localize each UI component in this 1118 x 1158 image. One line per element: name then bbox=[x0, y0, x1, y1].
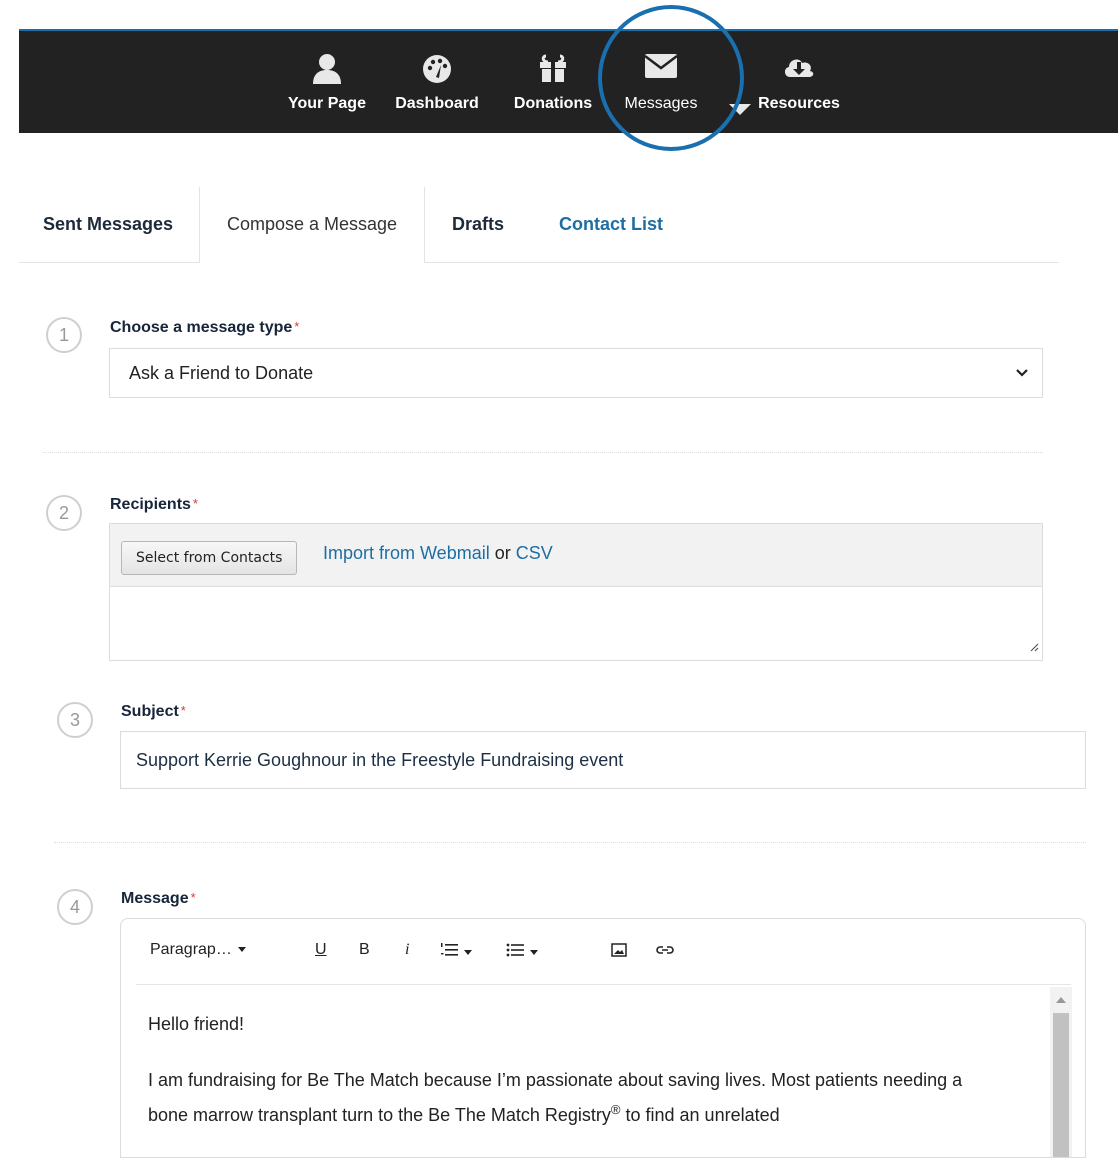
nav-dashboard[interactable]: Dashboard bbox=[389, 31, 485, 133]
chevron-down-icon bbox=[1016, 365, 1028, 383]
step-number-3: 3 bbox=[57, 702, 93, 738]
ordered-list-icon bbox=[440, 943, 458, 961]
bullet-list-button[interactable] bbox=[506, 943, 538, 962]
envelope-icon bbox=[644, 53, 678, 84]
caret-down-icon bbox=[464, 950, 472, 956]
step-number-4: 4 bbox=[57, 889, 93, 925]
user-icon bbox=[312, 53, 342, 90]
import-webmail-link[interactable]: Import from Webmail bbox=[323, 543, 490, 563]
editor-toolbar: Paragrap… U B i bbox=[136, 919, 1071, 985]
ordered-list-button[interactable] bbox=[440, 943, 472, 962]
subject-value: Support Kerrie Goughnour in the Freestyl… bbox=[136, 750, 624, 770]
nav-label: Resources bbox=[758, 95, 840, 112]
message-tabs: Sent Messages Compose a Message Drafts C… bbox=[19, 187, 1059, 263]
required-marker: * bbox=[192, 496, 198, 511]
step-number-2: 2 bbox=[46, 495, 82, 531]
messages-dropdown-caret-icon[interactable] bbox=[729, 104, 751, 115]
message-editor[interactable]: Paragrap… U B i Hello friend! I am fundr… bbox=[120, 918, 1086, 1158]
nav-label: Your Page bbox=[288, 95, 366, 112]
required-marker: * bbox=[190, 890, 196, 905]
message-type-select[interactable]: Ask a Friend to Donate bbox=[109, 348, 1043, 398]
nav-resources[interactable]: Resources bbox=[754, 31, 844, 133]
required-marker: * bbox=[294, 319, 300, 334]
message-type-value: Ask a Friend to Donate bbox=[129, 363, 314, 383]
subject-label: Subject * bbox=[121, 703, 186, 720]
link-icon bbox=[656, 944, 674, 961]
message-type-label: Choose a message type * bbox=[110, 319, 300, 336]
resize-handle-icon[interactable] bbox=[1029, 639, 1039, 657]
recipients-field[interactable]: Select from Contacts Import from Webmail… bbox=[109, 523, 1043, 661]
caret-down-icon bbox=[530, 950, 538, 956]
gift-icon bbox=[538, 53, 568, 88]
subject-input[interactable]: Support Kerrie Goughnour in the Freestyl… bbox=[120, 731, 1086, 789]
underline-button[interactable]: U bbox=[315, 941, 327, 959]
nav-label: Donations bbox=[513, 95, 593, 112]
message-greeting: Hello friend! bbox=[148, 1014, 245, 1034]
select-from-contacts-button[interactable]: Select from Contacts bbox=[121, 541, 298, 575]
top-navigation: Your Page Dashboard Donations Messages R… bbox=[19, 29, 1118, 133]
nav-donations[interactable]: Donations bbox=[506, 31, 600, 133]
scroll-thumb[interactable] bbox=[1053, 1013, 1069, 1157]
scroll-up-arrow-icon[interactable] bbox=[1056, 997, 1066, 1003]
bullet-list-icon bbox=[506, 943, 524, 961]
tab-compose-message[interactable]: Compose a Message bbox=[199, 187, 425, 263]
import-csv-link[interactable]: CSV bbox=[516, 543, 553, 563]
nav-label: Messages bbox=[624, 95, 698, 112]
tab-drafts[interactable]: Drafts bbox=[439, 187, 517, 262]
recipients-toolbar: Select from Contacts Import from Webmail… bbox=[110, 524, 1042, 587]
editor-scrollbar[interactable] bbox=[1050, 987, 1072, 1157]
section-divider bbox=[43, 452, 1043, 453]
insert-link-button[interactable] bbox=[656, 943, 674, 962]
nav-messages[interactable]: Messages bbox=[617, 31, 705, 133]
tab-sent-messages[interactable]: Sent Messages bbox=[43, 187, 173, 262]
message-paragraph: I am fundraising for Be The Match becaus… bbox=[148, 1070, 963, 1125]
nav-label: Dashboard bbox=[395, 95, 479, 112]
section-divider bbox=[54, 842, 1086, 843]
bold-button[interactable]: B bbox=[359, 941, 370, 959]
step-number-1: 1 bbox=[46, 317, 82, 353]
nav-your-page[interactable]: Your Page bbox=[281, 31, 373, 133]
message-label: Message * bbox=[121, 890, 196, 907]
insert-image-button[interactable] bbox=[611, 943, 627, 962]
import-options: Import from Webmail or CSV bbox=[323, 543, 553, 564]
cloud-download-icon bbox=[782, 53, 816, 86]
tab-contact-list[interactable]: Contact List bbox=[549, 187, 673, 262]
message-body[interactable]: Hello friend! I am fundraising for Be Th… bbox=[148, 1009, 988, 1156]
required-marker: * bbox=[180, 703, 186, 718]
caret-down-icon bbox=[237, 947, 246, 953]
recipients-label: Recipients * bbox=[110, 496, 198, 513]
italic-button[interactable]: i bbox=[405, 941, 409, 959]
or-text: or bbox=[494, 543, 511, 563]
paragraph-format-dropdown[interactable]: Paragrap… bbox=[150, 941, 246, 959]
dashboard-icon bbox=[421, 53, 453, 88]
image-icon bbox=[611, 943, 627, 961]
